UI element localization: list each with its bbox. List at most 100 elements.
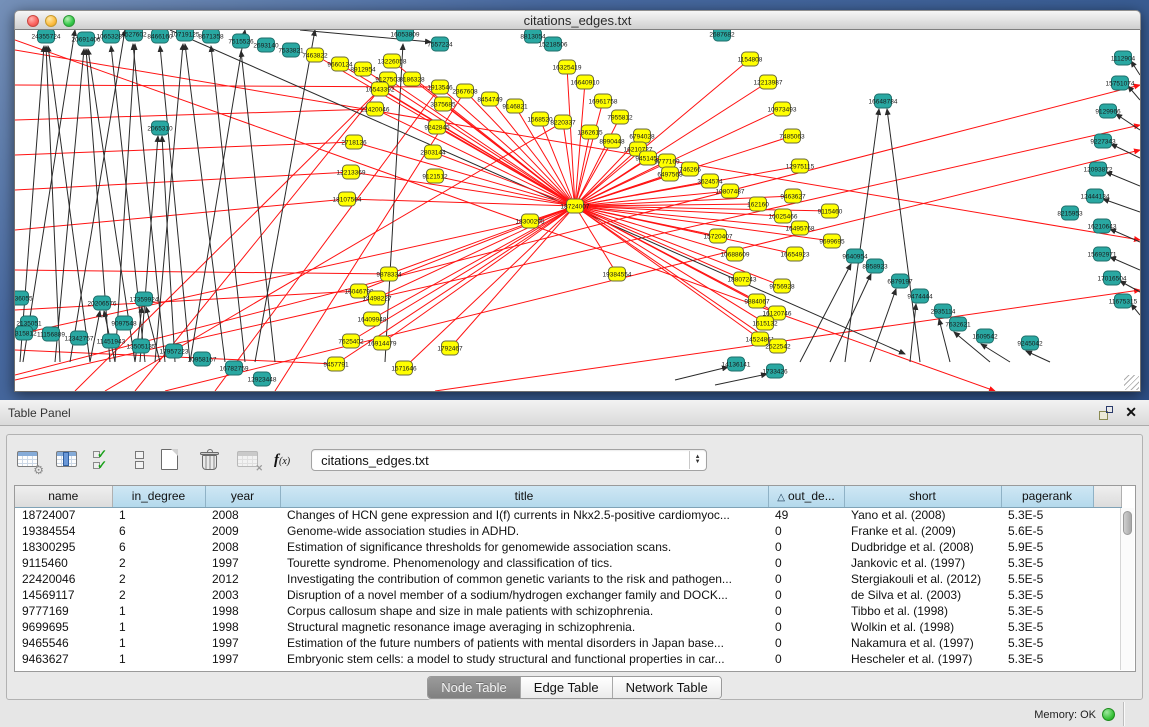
network-node-teal[interactable]: 2065310 [147, 121, 173, 135]
network-node-teal[interactable]: 24355724 [32, 30, 61, 43]
network-node-teal[interactable]: 8215953 [1057, 206, 1083, 220]
tab-edge-table[interactable]: Edge Table [521, 677, 613, 698]
network-node-teal[interactable]: 16053809 [391, 30, 420, 41]
network-node-teal[interactable]: 16210643 [1088, 219, 1117, 233]
column-header-title[interactable]: title [280, 486, 768, 507]
network-node-teal[interactable]: 8466160 [147, 30, 173, 43]
network-node-yellow[interactable]: 8912954 [350, 62, 376, 76]
network-node-yellow[interactable]: 7485063 [779, 129, 805, 143]
column-header-name[interactable]: name [15, 486, 112, 507]
network-node-yellow[interactable]: 2718126 [341, 135, 367, 149]
network-node-teal[interactable]: 7515526 [228, 34, 254, 48]
create-table-icon[interactable] [157, 447, 185, 473]
network-node-yellow[interactable]: 16495768 [786, 221, 815, 235]
network-node-teal[interactable]: 2536055 [15, 291, 33, 305]
network-node-teal[interactable]: 8958923 [862, 259, 888, 273]
network-node-teal[interactable]: 9640954 [842, 249, 868, 263]
row-height-icon[interactable] [132, 447, 146, 473]
network-node-yellow[interactable]: 16654923 [781, 247, 810, 261]
column-header-pagerank[interactable]: pagerank [1001, 486, 1093, 507]
network-node-yellow[interactable]: 15720407 [704, 229, 733, 243]
network-node-teal[interactable]: 20206576 [88, 296, 117, 310]
tab-network-table[interactable]: Network Table [613, 677, 721, 698]
table-row[interactable]: 2242004622012Investigating the contribut… [15, 571, 1121, 587]
memory-ok-indicator-icon[interactable] [1102, 708, 1115, 721]
network-node-teal[interactable]: 14136141 [722, 357, 751, 371]
network-node-yellow[interactable]: 3624574 [697, 174, 723, 188]
network-node-yellow[interactable]: 10688609 [721, 247, 750, 261]
network-node-yellow[interactable]: 1568520 [527, 112, 553, 126]
window-resize-grip[interactable] [1124, 375, 1139, 390]
column-header-out_de[interactable]: △out_de... [768, 486, 844, 507]
close-panel-icon[interactable]: ✕ [1125, 404, 1137, 421]
network-node-yellow[interactable]: 18107564 [333, 192, 362, 206]
network-node-yellow[interactable]: 16640910 [571, 75, 600, 89]
network-node-teal[interactable]: 15692971 [1088, 247, 1117, 261]
network-window[interactable]: citations_edges.txt 24355724206914061065… [14, 10, 1141, 392]
network-node-yellow[interactable]: 19384554 [603, 267, 632, 281]
network-node-yellow[interactable]: 8990448 [599, 134, 625, 148]
network-node-yellow[interactable]: 12213987 [754, 75, 783, 89]
table-row[interactable]: 977716911998Corpus callosum shape and si… [15, 603, 1121, 619]
network-node-teal[interactable]: 2935114 [931, 304, 956, 318]
network-node-yellow[interactable]: 7625402 [338, 334, 364, 348]
network-node-yellow[interactable]: 1154808 [738, 52, 763, 66]
show-columns-icon[interactable] [54, 447, 82, 473]
network-node-teal[interactable]: 12444134 [1081, 189, 1110, 203]
network-node-yellow[interactable]: 9878334 [376, 267, 402, 281]
table-mode-icon[interactable]: ⚙ [15, 447, 43, 473]
network-node-yellow[interactable]: 16914479 [368, 336, 397, 350]
network-node-teal[interactable]: 12093872 [1084, 162, 1113, 176]
network-node-yellow[interactable]: 16409948 [358, 312, 387, 326]
network-node-teal[interactable]: 10958167 [188, 352, 217, 366]
network-node-teal[interactable]: 2693140 [253, 38, 279, 52]
network-node-yellow[interactable]: 9121512 [422, 169, 448, 183]
network-node-yellow[interactable]: 9146821 [502, 99, 528, 113]
column-header-in_degree[interactable]: in_degree [112, 486, 205, 507]
network-node-yellow[interactable]: 9660124 [327, 57, 353, 71]
network-window-titlebar[interactable]: citations_edges.txt [14, 10, 1141, 30]
table-row[interactable]: 946554611997Estimation of the future num… [15, 635, 1121, 651]
network-node-yellow[interactable]: 10807487 [716, 184, 745, 198]
float-panel-icon[interactable] [1099, 406, 1113, 420]
network-node-teal[interactable]: 8671358 [198, 30, 224, 43]
network-node-teal[interactable]: 1609542 [972, 329, 998, 343]
network-node-teal[interactable]: 10719125 [171, 30, 200, 41]
network-node-teal[interactable]: 12342757 [65, 331, 94, 345]
network-node-teal[interactable]: 16648784 [869, 94, 898, 108]
network-canvas[interactable]: 2435572420691406106532871527602846616010… [14, 30, 1141, 392]
table-row[interactable]: 911546021997Tourette syndrome. Phenomeno… [15, 555, 1121, 571]
network-node-teal[interactable]: 11451943 [97, 334, 126, 348]
network-node-teal[interactable]: 11675315 [1109, 294, 1138, 308]
table-row[interactable]: 1456911722003Disruption of a novel membe… [15, 587, 1121, 603]
network-node-teal[interactable]: 16782759 [220, 361, 249, 375]
network-node-yellow[interactable]: 16961758 [589, 94, 618, 108]
network-node-teal[interactable]: 9245042 [1017, 336, 1043, 350]
delete-table-icon[interactable] [196, 447, 224, 473]
network-node-yellow[interactable]: 6794028 [629, 129, 655, 143]
table-row[interactable]: 1938455462009Genome-wide association stu… [15, 523, 1121, 539]
network-node-yellow[interactable]: 1571646 [391, 361, 417, 375]
network-node-yellow[interactable]: 9756928 [769, 279, 795, 293]
table-row[interactable]: 1830029562008Estimation of significance … [15, 539, 1121, 555]
network-node-yellow[interactable]: 9457791 [323, 357, 349, 371]
network-node-yellow[interactable]: 2367608 [452, 84, 478, 98]
network-node-teal[interactable]: 9227343 [1090, 134, 1116, 148]
table-scrollbar[interactable] [1120, 508, 1134, 670]
network-node-teal[interactable]: 13505135 [127, 339, 156, 353]
network-node-teal[interactable]: 12923448 [248, 372, 277, 386]
network-node-yellow[interactable]: 2803144 [420, 145, 446, 159]
network-node-teal[interactable]: 7533821 [278, 43, 304, 57]
network-node-yellow[interactable]: 8454749 [477, 92, 503, 106]
network-node-yellow[interactable]: 9699695 [819, 234, 845, 248]
network-node-yellow[interactable]: 162160 [747, 197, 769, 211]
table-select-dropdown[interactable]: citations_edges.txt ▲▼ [311, 449, 707, 471]
table-row[interactable]: 969969511998Structural magnetic resonanc… [15, 619, 1121, 635]
network-node-yellow[interactable]: 7955812 [607, 110, 633, 124]
table-scrollbar-thumb[interactable] [1123, 511, 1132, 535]
table-row[interactable]: 946362711997Embryonic stem cells: a mode… [15, 651, 1121, 667]
column-header-short[interactable]: short [844, 486, 1001, 507]
network-node-teal[interactable]: 7632621 [945, 317, 971, 331]
network-node-yellow[interactable]: 12975115 [786, 159, 815, 173]
network-node-teal[interactable]: 9129966 [1095, 104, 1121, 118]
